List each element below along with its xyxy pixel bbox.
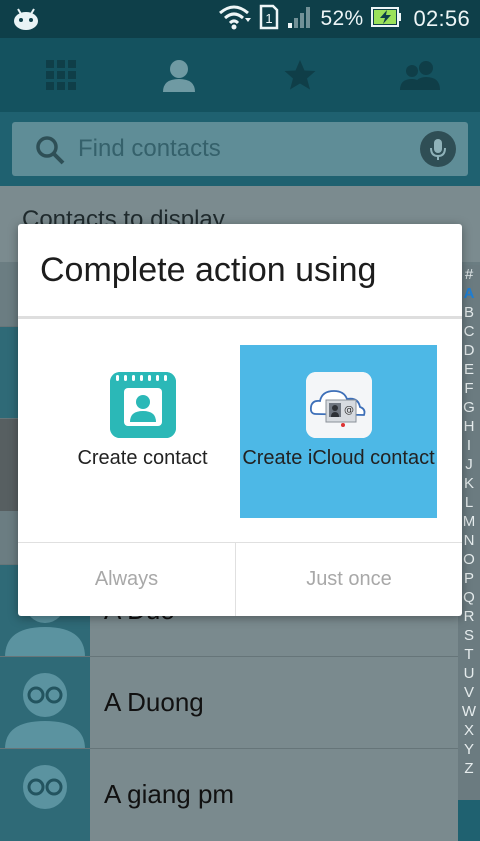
index-letter[interactable]: P [464, 569, 474, 588]
sim-icon: 1 [259, 4, 279, 35]
index-letter[interactable]: E [464, 360, 474, 379]
status-bar: 1 52% 02:56 [0, 0, 480, 38]
index-letter[interactable]: A [464, 284, 475, 303]
list-item[interactable]: A giang pm [0, 748, 458, 841]
avatar [0, 749, 90, 841]
search-placeholder: Find contacts [78, 135, 221, 162]
groups-icon[interactable] [398, 58, 442, 92]
index-letter[interactable]: C [464, 322, 475, 341]
favorites-star-icon[interactable] [283, 58, 317, 92]
index-letter[interactable]: Q [463, 588, 475, 607]
index-letter[interactable]: O [463, 550, 475, 569]
microphone-icon [430, 139, 446, 160]
index-letter[interactable]: Z [464, 759, 473, 778]
complete-action-dialog: Complete action using Create contact @ C… [18, 224, 462, 616]
index-letter[interactable]: D [464, 341, 475, 360]
android-notification-icon [12, 6, 40, 35]
index-letter[interactable]: R [464, 607, 475, 626]
always-button[interactable]: Always [18, 543, 235, 616]
just-once-button[interactable]: Just once [236, 543, 462, 616]
index-letter[interactable]: X [464, 721, 474, 740]
index-letter[interactable]: H [464, 417, 475, 436]
create-icloud-contact-option[interactable]: @ Create iCloud contact [240, 345, 437, 518]
index-letter[interactable]: # [465, 265, 473, 284]
index-letter[interactable]: K [464, 474, 474, 493]
index-letter[interactable]: N [464, 531, 475, 550]
index-letter[interactable]: V [464, 683, 474, 702]
voice-search-button[interactable] [420, 131, 456, 167]
list-item[interactable]: A Duong [0, 656, 458, 749]
index-letter[interactable]: F [464, 379, 473, 398]
search-icon [34, 134, 66, 171]
dialog-title: Complete action using [40, 251, 377, 289]
sim-slot-number: 1 [265, 11, 272, 26]
divider [18, 316, 462, 319]
search-input[interactable]: Find contacts [12, 122, 468, 176]
contacts-app-icon [110, 372, 176, 438]
battery-charging-icon [371, 5, 403, 34]
index-letter[interactable]: B [464, 303, 474, 322]
icloud-contact-icon: @ [306, 372, 372, 438]
dialpad-grid-icon[interactable] [44, 58, 78, 92]
svg-text:@: @ [344, 405, 354, 416]
battery-percent: 52% [320, 7, 364, 30]
index-letter[interactable]: S [464, 626, 474, 645]
contact-name: A Duong [104, 687, 204, 717]
index-letter[interactable]: J [465, 455, 473, 474]
index-letter[interactable]: Y [464, 740, 474, 759]
contact-person-icon[interactable] [162, 58, 196, 92]
contacts-toolbar [0, 38, 480, 112]
create-contact-option[interactable]: Create contact [44, 345, 241, 518]
index-letter[interactable]: U [464, 664, 475, 683]
index-letter[interactable]: I [467, 436, 471, 455]
contact-name: A giang pm [104, 779, 235, 809]
signal-icon [287, 5, 313, 34]
index-letter[interactable]: W [462, 702, 476, 721]
index-letter[interactable]: T [464, 645, 473, 664]
index-letter[interactable]: L [465, 493, 473, 512]
index-letter[interactable]: M [463, 512, 476, 531]
avatar [0, 657, 90, 749]
clock: 02:56 [413, 6, 470, 31]
create-icloud-contact-label: Create iCloud contact [242, 447, 435, 469]
wifi-icon [217, 4, 251, 35]
create-contact-label: Create contact [77, 447, 208, 469]
index-letter[interactable]: G [463, 398, 475, 417]
